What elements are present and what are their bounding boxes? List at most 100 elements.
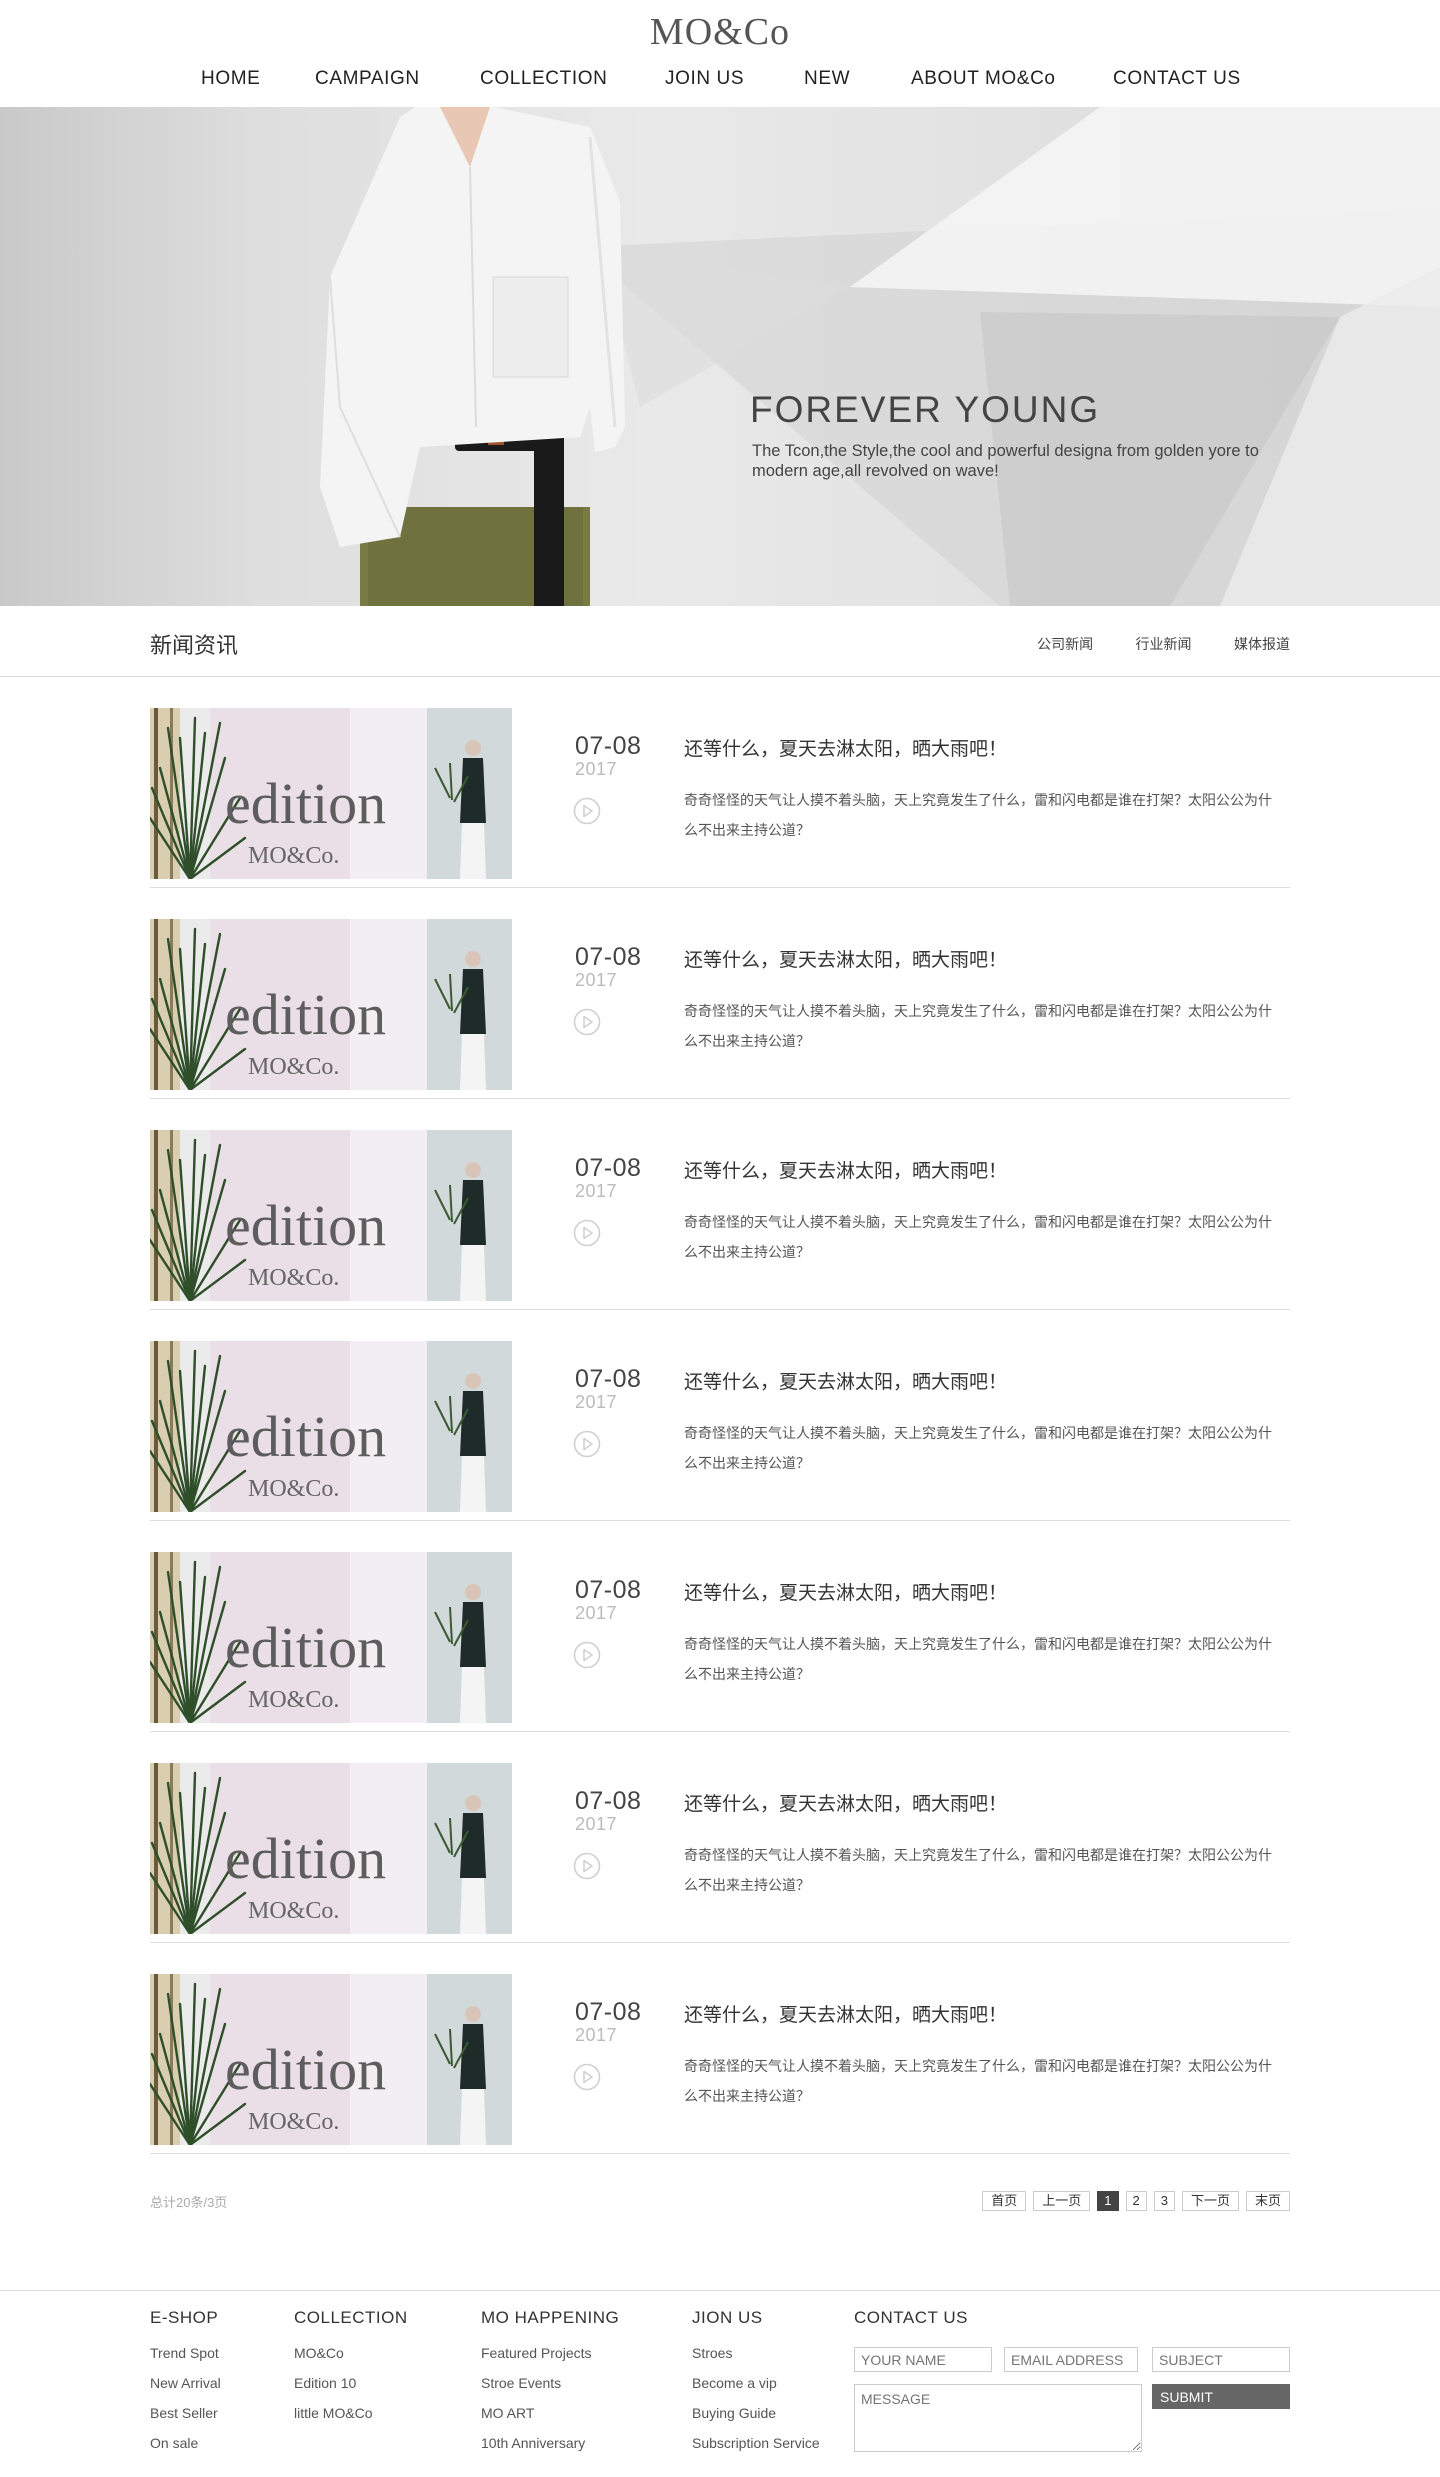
thumb-brand-text: MO&Co. [248, 843, 339, 869]
news-thumbnail[interactable]: edition MO&Co. [150, 919, 512, 1090]
page-number-3[interactable]: 3 [1153, 2191, 1175, 2211]
thumb-brand-text: MO&Co. [248, 1898, 339, 1924]
news-date: 07-08 [575, 1998, 642, 2026]
nav-join-us[interactable]: JOIN US [665, 68, 744, 90]
news-description: 奇奇怪怪的天气让人摸不着头脑，天上究竟发生了什么，雷和闪电都是谁在打架？太阳公公… [684, 1003, 1272, 1049]
news-description: 奇奇怪怪的天气让人摸不着头脑，天上究竟发生了什么，雷和闪电都是谁在打架？太阳公公… [684, 2058, 1272, 2104]
footer-link-mo-art[interactable]: MO ART [481, 2398, 619, 2428]
footer-link-buying-guide[interactable]: Buying Guide [692, 2398, 820, 2428]
news-description: 奇奇怪怪的天气让人摸不着头脑，天上究竟发生了什么，雷和闪电都是谁在打架？太阳公公… [684, 1214, 1272, 1260]
news-item[interactable]: edition MO&Co. 07-08 2017 还等什么，夏天去淋太阳，晒大… [150, 1732, 1290, 1943]
thumb-brand-text: MO&Co. [248, 1265, 339, 1291]
play-circle-icon[interactable] [573, 2063, 601, 2091]
play-circle-icon[interactable] [573, 797, 601, 825]
news-date: 07-08 [575, 943, 642, 971]
nav-collection[interactable]: COLLECTION [480, 68, 607, 90]
model-figure [320, 107, 625, 606]
news-title[interactable]: 还等什么，夏天去淋太阳，晒大雨吧！ [684, 1367, 1007, 1394]
news-thumbnail[interactable]: edition MO&Co. [150, 1552, 512, 1723]
news-thumbnail[interactable]: edition MO&Co. [150, 708, 512, 879]
news-item[interactable]: edition MO&Co. 07-08 2017 还等什么，夏天去淋太阳，晒大… [150, 677, 1290, 888]
thumb-brand-text: MO&Co. [248, 1054, 339, 1080]
tab-media-reports[interactable]: 媒体报道 [1234, 634, 1290, 654]
contact-email-input[interactable] [1004, 2347, 1138, 2372]
footer-link-new-arrival[interactable]: New Arrival [150, 2368, 221, 2398]
news-year: 2017 [575, 1181, 618, 1201]
news-thumbnail[interactable]: edition MO&Co. [150, 1974, 512, 2145]
footer-link-little-moco[interactable]: little MO&Co [294, 2398, 408, 2428]
news-item[interactable]: edition MO&Co. 07-08 2017 还等什么，夏天去淋太阳，晒大… [150, 1310, 1290, 1521]
footer-eshop: E-SHOP Trend Spot New Arrival Best Selle… [150, 2308, 221, 2458]
site-header: MO&Co HOME CAMPAIGN COLLECTION JOIN US N… [0, 0, 1440, 107]
news-description: 奇奇怪怪的天气让人摸不着头脑，天上究竟发生了什么，雷和闪电都是谁在打架？太阳公公… [684, 1636, 1272, 1682]
news-date: 07-08 [575, 732, 642, 760]
news-item[interactable]: edition MO&Co. 07-08 2017 还等什么，夏天去淋太阳，晒大… [150, 1521, 1290, 1732]
thumb-edition-text: edition [225, 771, 386, 836]
footer-link-featured-projects[interactable]: Featured Projects [481, 2338, 619, 2368]
hero-banner[interactable]: FOREVER YOUNG The Tcon,the Style,the coo… [0, 107, 1440, 606]
news-thumbnail[interactable]: edition MO&Co. [150, 1763, 512, 1934]
news-year: 2017 [575, 970, 618, 990]
play-circle-icon[interactable] [573, 1852, 601, 1880]
news-item[interactable]: edition MO&Co. 07-08 2017 还等什么，夏天去淋太阳，晒大… [150, 1943, 1290, 2154]
thumb-edition-text: edition [225, 1193, 386, 1258]
news-item[interactable]: edition MO&Co. 07-08 2017 还等什么，夏天去淋太阳，晒大… [150, 888, 1290, 1099]
news-title[interactable]: 还等什么，夏天去淋太阳，晒大雨吧！ [684, 734, 1007, 761]
page-last-button[interactable]: 末页 [1245, 2191, 1290, 2211]
brand-logo[interactable]: MO&Co [0, 10, 1440, 54]
banner-background-graphic [320, 107, 1440, 606]
tab-industry-news[interactable]: 行业新闻 [1136, 634, 1192, 654]
footer-link-stores[interactable]: Stroes [692, 2338, 820, 2368]
news-thumbnail[interactable]: edition MO&Co. [150, 1341, 512, 1512]
footer-eshop-title: E-SHOP [150, 2308, 219, 2327]
footer-link-edition-10[interactable]: Edition 10 [294, 2368, 408, 2398]
play-circle-icon[interactable] [573, 1641, 601, 1669]
news-list: edition MO&Co. 07-08 2017 还等什么，夏天去淋太阳，晒大… [150, 677, 1290, 2154]
news-description: 奇奇怪怪的天气让人摸不着头脑，天上究竟发生了什么，雷和闪电都是谁在打架？太阳公公… [684, 1847, 1272, 1893]
news-section-header: 新闻资讯 公司新闻 行业新闻 媒体报道 [0, 606, 1440, 677]
contact-subject-input[interactable] [1152, 2347, 1290, 2372]
thumb-edition-text: edition [225, 1404, 386, 1469]
footer-link-subscription[interactable]: Subscription Service [692, 2428, 820, 2458]
section-title: 新闻资讯 [150, 633, 239, 658]
news-title[interactable]: 还等什么，夏天去淋太阳，晒大雨吧！ [684, 2000, 1007, 2027]
news-date: 07-08 [575, 1576, 642, 1604]
thumb-edition-text: edition [225, 982, 386, 1047]
contact-message-input[interactable] [854, 2384, 1142, 2452]
news-title[interactable]: 还等什么，夏天去淋太阳，晒大雨吧！ [684, 1789, 1007, 1816]
footer-link-moco[interactable]: MO&Co [294, 2338, 408, 2368]
nav-contact[interactable]: CONTACT US [1113, 68, 1241, 90]
news-title[interactable]: 还等什么，夏天去淋太阳，晒大雨吧！ [684, 945, 1007, 972]
thumb-edition-text: edition [225, 1615, 386, 1680]
news-item[interactable]: edition MO&Co. 07-08 2017 还等什么，夏天去淋太阳，晒大… [150, 1099, 1290, 1310]
news-title[interactable]: 还等什么，夏天去淋太阳，晒大雨吧！ [684, 1156, 1007, 1183]
thumb-edition-text: edition [225, 1826, 386, 1891]
tab-company-news[interactable]: 公司新闻 [1037, 634, 1093, 654]
page-prev-button[interactable]: 上一页 [1033, 2191, 1091, 2211]
footer-link-anniversary[interactable]: 10th Anniversary [481, 2428, 619, 2458]
footer-link-best-seller[interactable]: Best Seller [150, 2398, 221, 2428]
page-next-button[interactable]: 下一页 [1181, 2191, 1239, 2211]
play-circle-icon[interactable] [573, 1430, 601, 1458]
footer-collection: COLLECTION MO&Co Edition 10 little MO&Co [294, 2308, 408, 2428]
footer-collection-title: COLLECTION [294, 2308, 408, 2327]
footer-link-become-vip[interactable]: Become a vip [692, 2368, 820, 2398]
play-circle-icon[interactable] [573, 1008, 601, 1036]
footer-link-store-events[interactable]: Stroe Events [481, 2368, 619, 2398]
nav-new[interactable]: NEW [804, 68, 850, 90]
nav-home[interactable]: HOME [201, 68, 260, 90]
nav-campaign[interactable]: CAMPAIGN [315, 68, 420, 90]
nav-about[interactable]: ABOUT MO&Co [911, 68, 1056, 90]
page-number-2[interactable]: 2 [1125, 2191, 1147, 2211]
footer-link-on-sale[interactable]: On sale [150, 2428, 221, 2458]
page-first-button[interactable]: 首页 [982, 2191, 1027, 2211]
news-title[interactable]: 还等什么，夏天去淋太阳，晒大雨吧！ [684, 1578, 1007, 1605]
news-thumbnail[interactable]: edition MO&Co. [150, 1130, 512, 1301]
contact-submit-button[interactable]: SUBMIT [1152, 2384, 1290, 2409]
contact-name-input[interactable] [854, 2347, 992, 2372]
thumb-edition-text: edition [225, 2037, 386, 2102]
news-date: 07-08 [575, 1365, 642, 1393]
page-number-1[interactable]: 1 [1097, 2191, 1119, 2211]
footer-link-trend-spot[interactable]: Trend Spot [150, 2338, 221, 2368]
play-circle-icon[interactable] [573, 1219, 601, 1247]
